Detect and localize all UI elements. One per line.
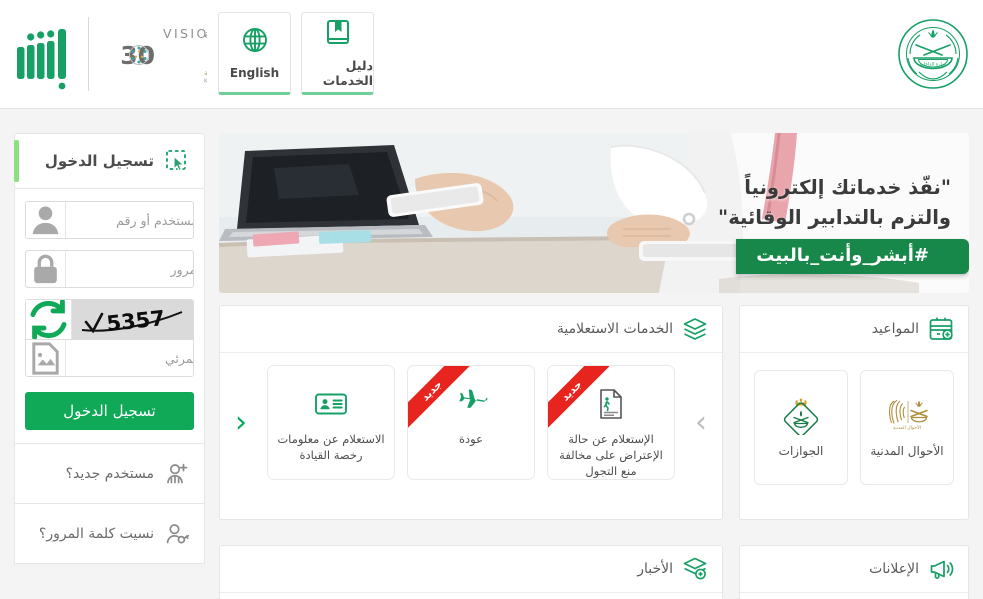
forgot-password-link-label: نسيت كلمة المرور؟ [38, 525, 154, 542]
carousel-next-arrow[interactable]: › [688, 403, 714, 443]
banner-hashtag-tag: #أبشر_وأنت_بالبيت [736, 239, 969, 274]
captcha-refresh-button[interactable] [26, 300, 72, 339]
news-card-title: الأخبار [637, 561, 673, 577]
user-key-icon [164, 521, 190, 547]
password-input[interactable] [66, 251, 193, 287]
language-english-label: English [229, 66, 280, 80]
svg-text:رؤيــــة: رؤيــــة [204, 27, 207, 42]
captcha-field-group [25, 339, 194, 377]
service-card-driving-license-info-label: الاستعلام عن معلومات رخصة القيادة [277, 432, 385, 463]
globe-icon [240, 25, 270, 55]
absher-logo[interactable] [14, 17, 76, 91]
appointment-tile-civil-affairs-label: الأحوال المدنية [870, 444, 944, 459]
info-services-card: الخدمات الاستعلامية › جديد الإستعلام عن … [219, 305, 723, 520]
news-card-header: الأخبار [220, 546, 722, 593]
captcha-display-row: 5357 [25, 299, 194, 339]
svg-text:2: 2 [103, 41, 105, 70]
language-english-button[interactable]: English [218, 12, 291, 95]
vision-2030-logo[interactable]: VISION رؤيــــة 2 30 المملكة العربية الس… [88, 23, 292, 85]
appointment-tile-civil-affairs[interactable]: الأحوال المدنية الأحوال المدنية [860, 370, 954, 485]
new-user-link[interactable]: مستخدم جديد؟ [14, 444, 205, 504]
select-cursor-icon [164, 148, 190, 174]
login-panel-title: تسجيل الدخول [44, 152, 154, 170]
banner-headline: "نفّذ خدماتك إلكترونياً والتزم بالتدابير… [718, 173, 951, 233]
lock-icon [26, 251, 66, 287]
site-header: وزارة الداخلية دليل الخدمات English VISI… [0, 0, 983, 109]
news-layers-icon [682, 556, 708, 582]
curfew-violation-document-icon [592, 388, 630, 420]
service-card-return[interactable]: جديد عودة [407, 365, 535, 480]
megaphone-icon [928, 556, 954, 582]
info-services-carousel: › جديد الإستعلام عن حالة الإعتراض على مخ… [220, 353, 722, 480]
info-services-track: جديد الإستعلام عن حالة الإعتراض على مخال… [260, 365, 682, 480]
add-user-icon [164, 461, 190, 487]
driving-license-card-icon [312, 388, 350, 420]
absher-portal-page: وزارة الداخلية دليل الخدمات English VISI… [0, 0, 983, 599]
appointment-tile-passports[interactable]: الجوازات [754, 370, 848, 485]
forgot-password-link[interactable]: نسيت كلمة المرور؟ [14, 504, 205, 564]
logo-divider [88, 17, 89, 91]
announcements-card-title: الإعلانات [869, 561, 919, 577]
banner-headline-line2: والتزم بالتدابير الوقائية" [718, 206, 951, 230]
username-field-group [25, 201, 194, 239]
captcha-input[interactable] [66, 340, 193, 376]
book-bookmark-icon [323, 17, 353, 47]
image-icon [26, 340, 66, 376]
password-field-group [25, 250, 194, 288]
svg-text:الأحوال المدنية: الأحوال المدنية [893, 424, 921, 431]
svg-text:KINGDOM OF SAUDI ARABIA: KINGDOM OF SAUDI ARABIA [204, 79, 207, 85]
carousel-prev-arrow[interactable]: ‹ [228, 403, 254, 443]
calendar-add-icon [928, 316, 954, 342]
news-card: الأخبار [219, 545, 723, 599]
username-input[interactable] [66, 202, 193, 238]
layers-icon [682, 316, 708, 342]
login-form: 5357 تسجيل الدخول [14, 189, 205, 444]
new-user-link-label: مستخدم جديد؟ [65, 465, 154, 482]
civil-affairs-emblem: الأحوال المدنية [884, 395, 930, 435]
promo-banner[interactable]: "نفّذ خدماتك إلكترونياً والتزم بالتدابير… [219, 133, 969, 293]
info-services-card-header: الخدمات الاستعلامية [220, 306, 722, 353]
service-card-curfew-objection-status[interactable]: جديد الإستعلام عن حالة الإعتراض على مخال… [547, 365, 675, 480]
brand-logos-group: VISION رؤيــــة 2 30 المملكة العربية الس… [14, 8, 292, 100]
passports-emblem [778, 395, 824, 438]
info-services-card-title: الخدمات الاستعلامية [556, 321, 673, 337]
appointments-card-header: المواعيد [740, 306, 968, 353]
announcements-card: الإعلانات [739, 545, 969, 599]
svg-text:وزارة الداخلية: وزارة الداخلية [920, 63, 946, 68]
services-guide-label: دليل الخدمات [322, 58, 373, 88]
service-card-return-label: عودة [459, 432, 483, 446]
service-card-curfew-objection-status-label: الإستعلام عن حالة الإعتراض على مخالفة من… [559, 432, 663, 479]
saudi-ministry-of-interior-emblem[interactable]: وزارة الداخلية [897, 18, 969, 90]
banner-headline-line1: "نفّذ خدماتك إلكترونياً [744, 176, 951, 199]
appointments-card: المواعيد الأحوال المدنية الأحوال المدنية… [739, 305, 969, 520]
login-submit-button[interactable]: تسجيل الدخول [25, 392, 194, 430]
appointments-tiles: الأحوال المدنية الأحوال المدنية الجوازات [740, 353, 968, 485]
service-card-driving-license-info[interactable]: الاستعلام عن معلومات رخصة القيادة [267, 365, 395, 480]
services-guide-button[interactable]: دليل الخدمات [301, 12, 374, 95]
login-panel: تسجيل الدخول اسم المستخدم أو رقم 5357 ال… [14, 133, 205, 564]
captcha-image: 5357 [72, 300, 193, 339]
svg-text:المملكة العربية السعودية: المملكة العربية السعودية [204, 69, 207, 77]
airplane-icon [452, 388, 490, 420]
login-panel-header: تسجيل الدخول [14, 133, 205, 189]
header-action-buttons: دليل الخدمات English [218, 12, 374, 95]
svg-text:VISION: VISION [163, 26, 207, 41]
appointments-card-title: المواعيد [871, 321, 919, 337]
announcements-card-header: الإعلانات [740, 546, 968, 593]
user-icon [26, 202, 66, 238]
appointment-tile-passports-label: الجوازات [778, 444, 824, 459]
